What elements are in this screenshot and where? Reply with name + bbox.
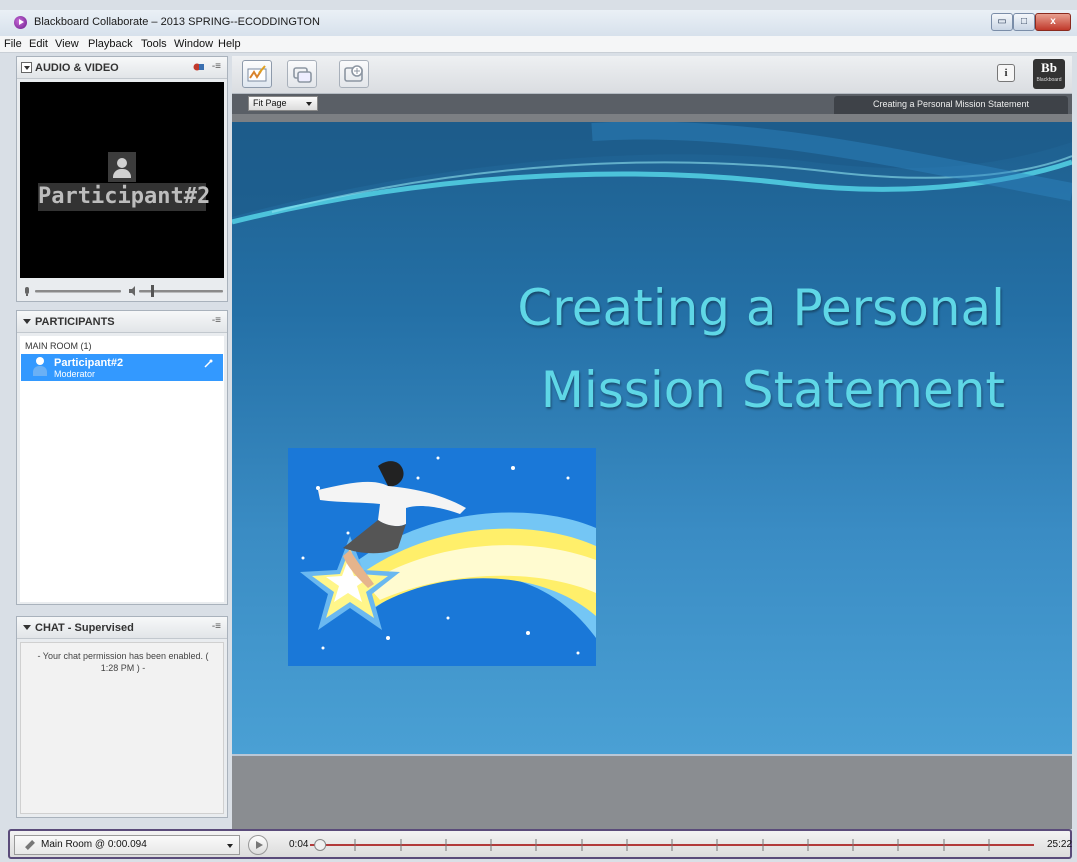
audio-video-title: AUDIO & VIDEO	[35, 62, 119, 74]
collapse-toggle-icon[interactable]	[21, 62, 32, 73]
presentation-slide: Creating a Personal Mission Statement	[232, 122, 1072, 754]
participant-icon	[32, 357, 48, 377]
speaker-icon	[129, 286, 135, 296]
panel-menu-icon[interactable]: -≡	[212, 61, 221, 72]
menu-file[interactable]: File	[4, 38, 22, 50]
participant-name: Participant#2	[54, 357, 124, 369]
blackboard-logo: Bb Blackboard	[1033, 59, 1065, 89]
content-stage: Creating a Personal Mission Statement	[232, 114, 1072, 829]
minimize-button[interactable]: ▭	[991, 13, 1013, 31]
playback-bar: Main Room @ 0:00.094 0:04 25:22	[8, 829, 1072, 859]
room-label: MAIN ROOM (1)	[25, 341, 92, 351]
video-participant-name: Participant#2	[38, 183, 211, 211]
content-subbar: Fit Page Creating a Personal Mission Sta…	[232, 94, 1072, 114]
wand-tool-icon	[204, 359, 213, 368]
zoom-select[interactable]: Fit Page	[248, 96, 318, 111]
chat-panel: CHAT - Supervised -≡ - Your chat permiss…	[16, 616, 228, 818]
app-logo-icon	[14, 16, 27, 29]
menu-help[interactable]: Help	[218, 38, 241, 50]
volume-controls[interactable]	[23, 285, 223, 297]
menu-playback[interactable]: Playback	[88, 38, 133, 50]
video-display: Participant#2	[20, 82, 224, 278]
microphone-icon	[25, 287, 29, 296]
chat-title: CHAT - Supervised	[35, 622, 134, 634]
chat-message: - Your chat permission has been enabled.…	[37, 651, 209, 673]
slide-title-tab[interactable]: Creating a Personal Mission Statement	[834, 96, 1068, 114]
participant-avatar-icon	[108, 152, 136, 182]
participants-header[interactable]: PARTICIPANTS -≡	[17, 311, 227, 333]
info-button[interactable]: i	[997, 64, 1015, 82]
playback-timeline[interactable]	[310, 837, 1034, 853]
close-button[interactable]: x	[1035, 13, 1071, 31]
whiteboard-button[interactable]	[242, 60, 272, 88]
maximize-button[interactable]: □	[1013, 13, 1035, 31]
room-select[interactable]: Main Room @ 0:00.094	[14, 835, 240, 855]
web-tour-button[interactable]	[339, 60, 369, 88]
logo-subtext: Blackboard	[1036, 77, 1062, 83]
app-window: Blackboard Collaborate – 2013 SPRING--EC…	[0, 0, 1077, 862]
whiteboard-icon	[247, 65, 267, 82]
menu-window[interactable]: Window	[174, 38, 213, 50]
window-title: Blackboard Collaborate – 2013 SPRING--EC…	[34, 16, 320, 28]
menu-view[interactable]: View	[55, 38, 79, 50]
pencil-icon	[25, 840, 35, 850]
logo-text: Bb	[1041, 60, 1057, 75]
slide-heading: Creating a Personal Mission Statement	[432, 267, 1005, 431]
participant-row[interactable]: Participant#2 Moderator	[21, 354, 223, 381]
audio-video-panel: AUDIO & VIDEO -≡ Participant#2	[16, 56, 228, 302]
web-tour-icon	[344, 65, 363, 82]
total-time: 25:22	[1047, 839, 1073, 850]
timeline-thumb	[314, 839, 327, 851]
slide-heading-line2: Mission Statement	[540, 361, 1005, 419]
panel-menu-icon[interactable]: -≡	[212, 621, 221, 632]
participants-list: MAIN ROOM (1) Participant#2 Moderator	[20, 336, 224, 602]
stage-footer	[232, 754, 1072, 829]
audio-settings-icon[interactable]	[193, 62, 205, 72]
slide-wave-decoration	[232, 122, 1072, 225]
room-select-label: Main Room @ 0:00.094	[41, 839, 147, 850]
app-share-button[interactable]	[287, 60, 317, 88]
main-toolbar: i Bb Blackboard	[232, 56, 1072, 94]
chat-log[interactable]: - Your chat permission has been enabled.…	[20, 642, 224, 814]
collapse-caret-icon[interactable]	[23, 625, 31, 630]
participant-role: Moderator	[54, 369, 96, 379]
participants-panel: PARTICIPANTS -≡ MAIN ROOM (1) Participan…	[16, 310, 228, 605]
menu-edit[interactable]: Edit	[29, 38, 48, 50]
audio-video-header: AUDIO & VIDEO -≡	[17, 57, 227, 79]
slide-heading-line1: Creating a Personal	[517, 279, 1005, 337]
app-share-icon	[293, 67, 312, 83]
title-bar: Blackboard Collaborate – 2013 SPRING--EC…	[0, 10, 1077, 36]
participants-title: PARTICIPANTS	[35, 316, 115, 328]
panel-menu-icon[interactable]: -≡	[212, 315, 221, 326]
menu-bar: File Edit View Playback Tools Window Hel…	[0, 36, 1077, 53]
menu-tools[interactable]: Tools	[141, 38, 167, 50]
play-button[interactable]	[248, 835, 268, 855]
collapse-caret-icon[interactable]	[23, 319, 31, 324]
shooting-star-clipart	[288, 448, 596, 666]
chat-header[interactable]: CHAT - Supervised -≡	[17, 617, 227, 639]
current-time: 0:04	[289, 839, 309, 850]
